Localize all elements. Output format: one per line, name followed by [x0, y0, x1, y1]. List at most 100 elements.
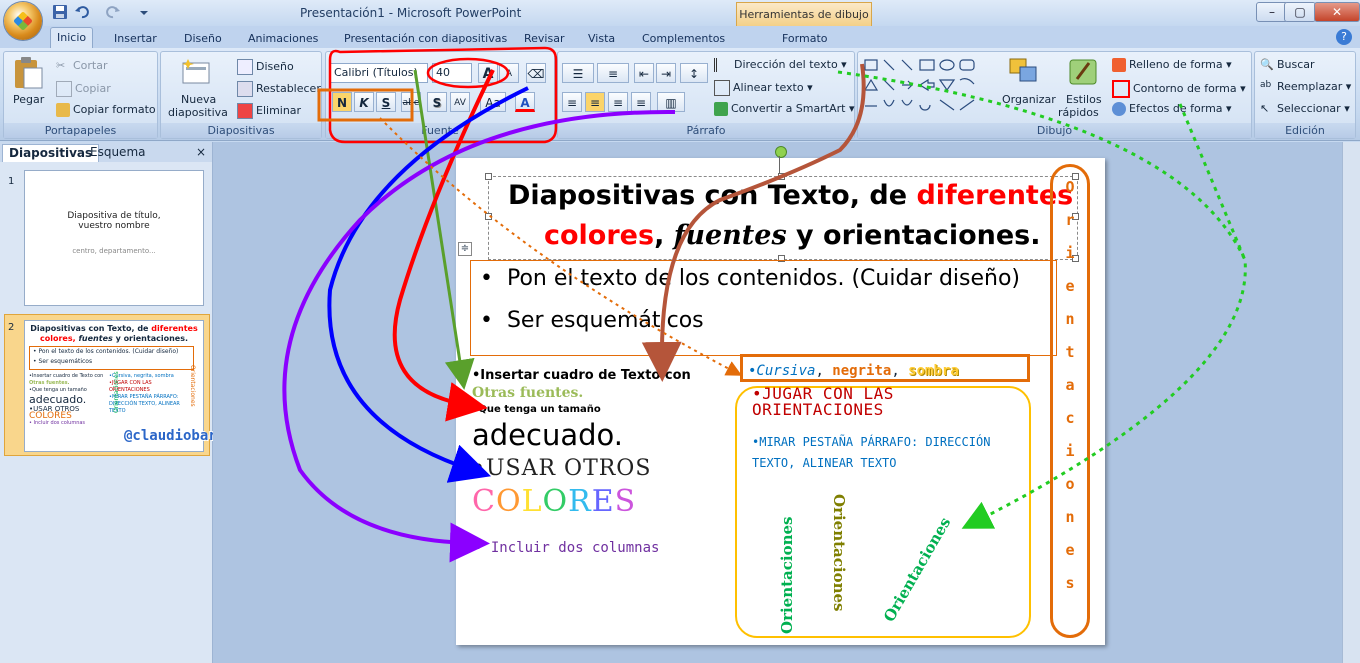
- content-bullet-1: • Pon el texto de los contenidos. (Cuida…: [480, 266, 1021, 291]
- font-name-combo[interactable]: Calibri (Títulos): [330, 63, 428, 83]
- select-button[interactable]: ↖ Seleccionar ▾: [1260, 102, 1350, 116]
- shrink-font-button[interactable]: A: [499, 63, 519, 83]
- vertical-letter: n: [1065, 508, 1075, 526]
- align-left-icon[interactable]: ≡: [562, 92, 582, 112]
- tab-inicio[interactable]: Inicio: [50, 27, 94, 49]
- line-spacing-icon[interactable]: ↕: [680, 63, 708, 83]
- thumb2-right-2: •JUGAR CON LAS ORIENTACIONES: [109, 380, 152, 393]
- tab-complementos[interactable]: Complementos: [636, 29, 731, 48]
- left-text-1: •Insertar cuadro de Texto con: [472, 368, 691, 383]
- tab-insertar[interactable]: Insertar: [108, 29, 163, 48]
- paste-button[interactable]: Pegar: [13, 93, 44, 106]
- office-button[interactable]: [4, 2, 42, 40]
- tab-presentacion[interactable]: Presentación con diapositivas: [338, 29, 513, 48]
- align-center-icon[interactable]: ≡: [585, 92, 605, 112]
- resize-handle[interactable]: [485, 173, 492, 180]
- slide-thumbnail-1[interactable]: Diapositiva de título, vuestro nombre ce…: [24, 170, 204, 306]
- grow-font-button[interactable]: A: [478, 63, 498, 83]
- cut-button[interactable]: ✂ Cortar: [56, 59, 108, 73]
- maximize-button[interactable]: ▢: [1284, 2, 1316, 22]
- thumb2-title-colors: colores,: [40, 334, 76, 343]
- align-text-icon: [714, 80, 730, 96]
- thumb2-vertical: Orientaciones: [113, 371, 120, 413]
- layout-button[interactable]: Diseño: [237, 59, 294, 75]
- customize-qat-icon[interactable]: [136, 4, 152, 20]
- change-case-button[interactable]: Aa: [480, 92, 506, 112]
- tab-diseno[interactable]: Diseño: [178, 29, 228, 48]
- thumb-subtitle: centro, departamento...: [72, 247, 156, 255]
- shapes-gallery[interactable]: [862, 56, 998, 119]
- binoculars-icon: 🔍: [1260, 58, 1274, 71]
- vertical-scrollbar[interactable]: [1342, 142, 1360, 663]
- reset-button[interactable]: Restablecer: [237, 81, 321, 97]
- panel-close-icon[interactable]: ×: [190, 144, 212, 161]
- layout-icon: [237, 59, 253, 75]
- shape-fill-button[interactable]: Relleno de forma ▾: [1112, 58, 1232, 72]
- bullets-icon[interactable]: ☰: [562, 63, 594, 83]
- slide-title-line-2: colores, fuentes y orientaciones.: [544, 220, 1041, 251]
- close-button[interactable]: ✕: [1314, 2, 1360, 22]
- vertical-letter: r: [1065, 211, 1075, 229]
- group-label: Fuente: [326, 123, 554, 138]
- strikethrough-button[interactable]: abe: [401, 92, 421, 112]
- new-slide-icon[interactable]: [180, 56, 212, 89]
- undo-icon[interactable]: [74, 4, 90, 20]
- autofit-icon[interactable]: ≑: [458, 242, 472, 256]
- resize-handle[interactable]: [485, 213, 492, 220]
- clear-format-icon[interactable]: ⌫: [526, 63, 546, 83]
- justify-icon[interactable]: ≡: [631, 92, 651, 112]
- tab-animaciones[interactable]: Animaciones: [242, 29, 324, 48]
- shadow-button[interactable]: S: [427, 92, 447, 112]
- help-icon[interactable]: ?: [1336, 29, 1352, 45]
- delete-slide-button[interactable]: Eliminar: [237, 103, 301, 119]
- redo-icon[interactable]: [105, 4, 121, 20]
- thumb2-left-2: Otras fuentes.: [29, 380, 70, 386]
- paste-icon[interactable]: [12, 56, 44, 93]
- text-direction-button[interactable]: Dirección del texto ▾: [714, 58, 847, 72]
- slide-canvas[interactable]: Diapositivas con Texto, de diferentes co…: [456, 158, 1105, 645]
- italic-button[interactable]: K: [354, 92, 374, 112]
- right-text-1: •Cursiva, negrita, sombra: [748, 363, 959, 379]
- resize-handle[interactable]: [778, 173, 785, 180]
- quick-styles-button-2[interactable]: rápidos: [1058, 106, 1099, 119]
- increase-indent-icon[interactable]: ⇥: [656, 63, 676, 83]
- quick-styles-icon[interactable]: [1067, 57, 1101, 90]
- bold-button[interactable]: N: [332, 92, 352, 112]
- smartart-button[interactable]: Convertir a SmartArt ▾: [714, 102, 854, 116]
- quick-styles-button[interactable]: Estilos: [1066, 93, 1102, 106]
- align-right-icon[interactable]: ≡: [608, 92, 628, 112]
- save-icon[interactable]: [52, 4, 68, 20]
- arrange-icon[interactable]: [1008, 57, 1042, 90]
- arrange-button[interactable]: Organizar: [1002, 93, 1056, 106]
- left-text-4: adecuado.: [472, 418, 623, 452]
- decrease-indent-icon[interactable]: ⇤: [634, 63, 654, 83]
- copy-icon: [56, 81, 72, 97]
- outline-pen-icon: [1112, 80, 1130, 98]
- columns-icon[interactable]: ▥: [657, 92, 685, 112]
- vertical-letter: e: [1065, 541, 1075, 559]
- align-text-button[interactable]: Alinear texto ▾: [714, 80, 813, 96]
- font-color-button[interactable]: A: [515, 92, 535, 112]
- vertical-letter: a: [1065, 376, 1075, 394]
- vertical-letter: e: [1065, 277, 1075, 295]
- numbering-icon[interactable]: ≡: [597, 63, 629, 83]
- copy-button[interactable]: Copiar: [56, 81, 111, 97]
- replace-button[interactable]: ab Reemplazar ▾: [1260, 80, 1351, 94]
- format-painter-button[interactable]: Copiar formato: [56, 103, 156, 117]
- underline-button[interactable]: S: [376, 92, 396, 112]
- find-button[interactable]: 🔍 Buscar: [1260, 58, 1315, 72]
- vertical-letter: t: [1065, 343, 1075, 361]
- font-size-combo[interactable]: 40: [432, 63, 472, 83]
- tab-vista[interactable]: Vista: [582, 29, 621, 48]
- char-spacing-button[interactable]: AV: [450, 92, 470, 112]
- tab-esquema[interactable]: Esquema: [84, 144, 151, 161]
- rotate-handle[interactable]: [775, 146, 787, 158]
- tab-revisar[interactable]: Revisar: [518, 29, 570, 48]
- shape-outline-button[interactable]: Contorno de forma ▾: [1112, 80, 1246, 98]
- new-slide-label[interactable]: Nueva: [181, 93, 216, 106]
- tab-formato[interactable]: Formato: [776, 29, 834, 48]
- new-slide-label-2[interactable]: diapositiva: [168, 106, 228, 119]
- shape-effects-button[interactable]: Efectos de forma ▾: [1112, 102, 1232, 116]
- left-text-5: •USAR OTROS: [472, 456, 652, 481]
- effects-icon: [1112, 102, 1126, 116]
